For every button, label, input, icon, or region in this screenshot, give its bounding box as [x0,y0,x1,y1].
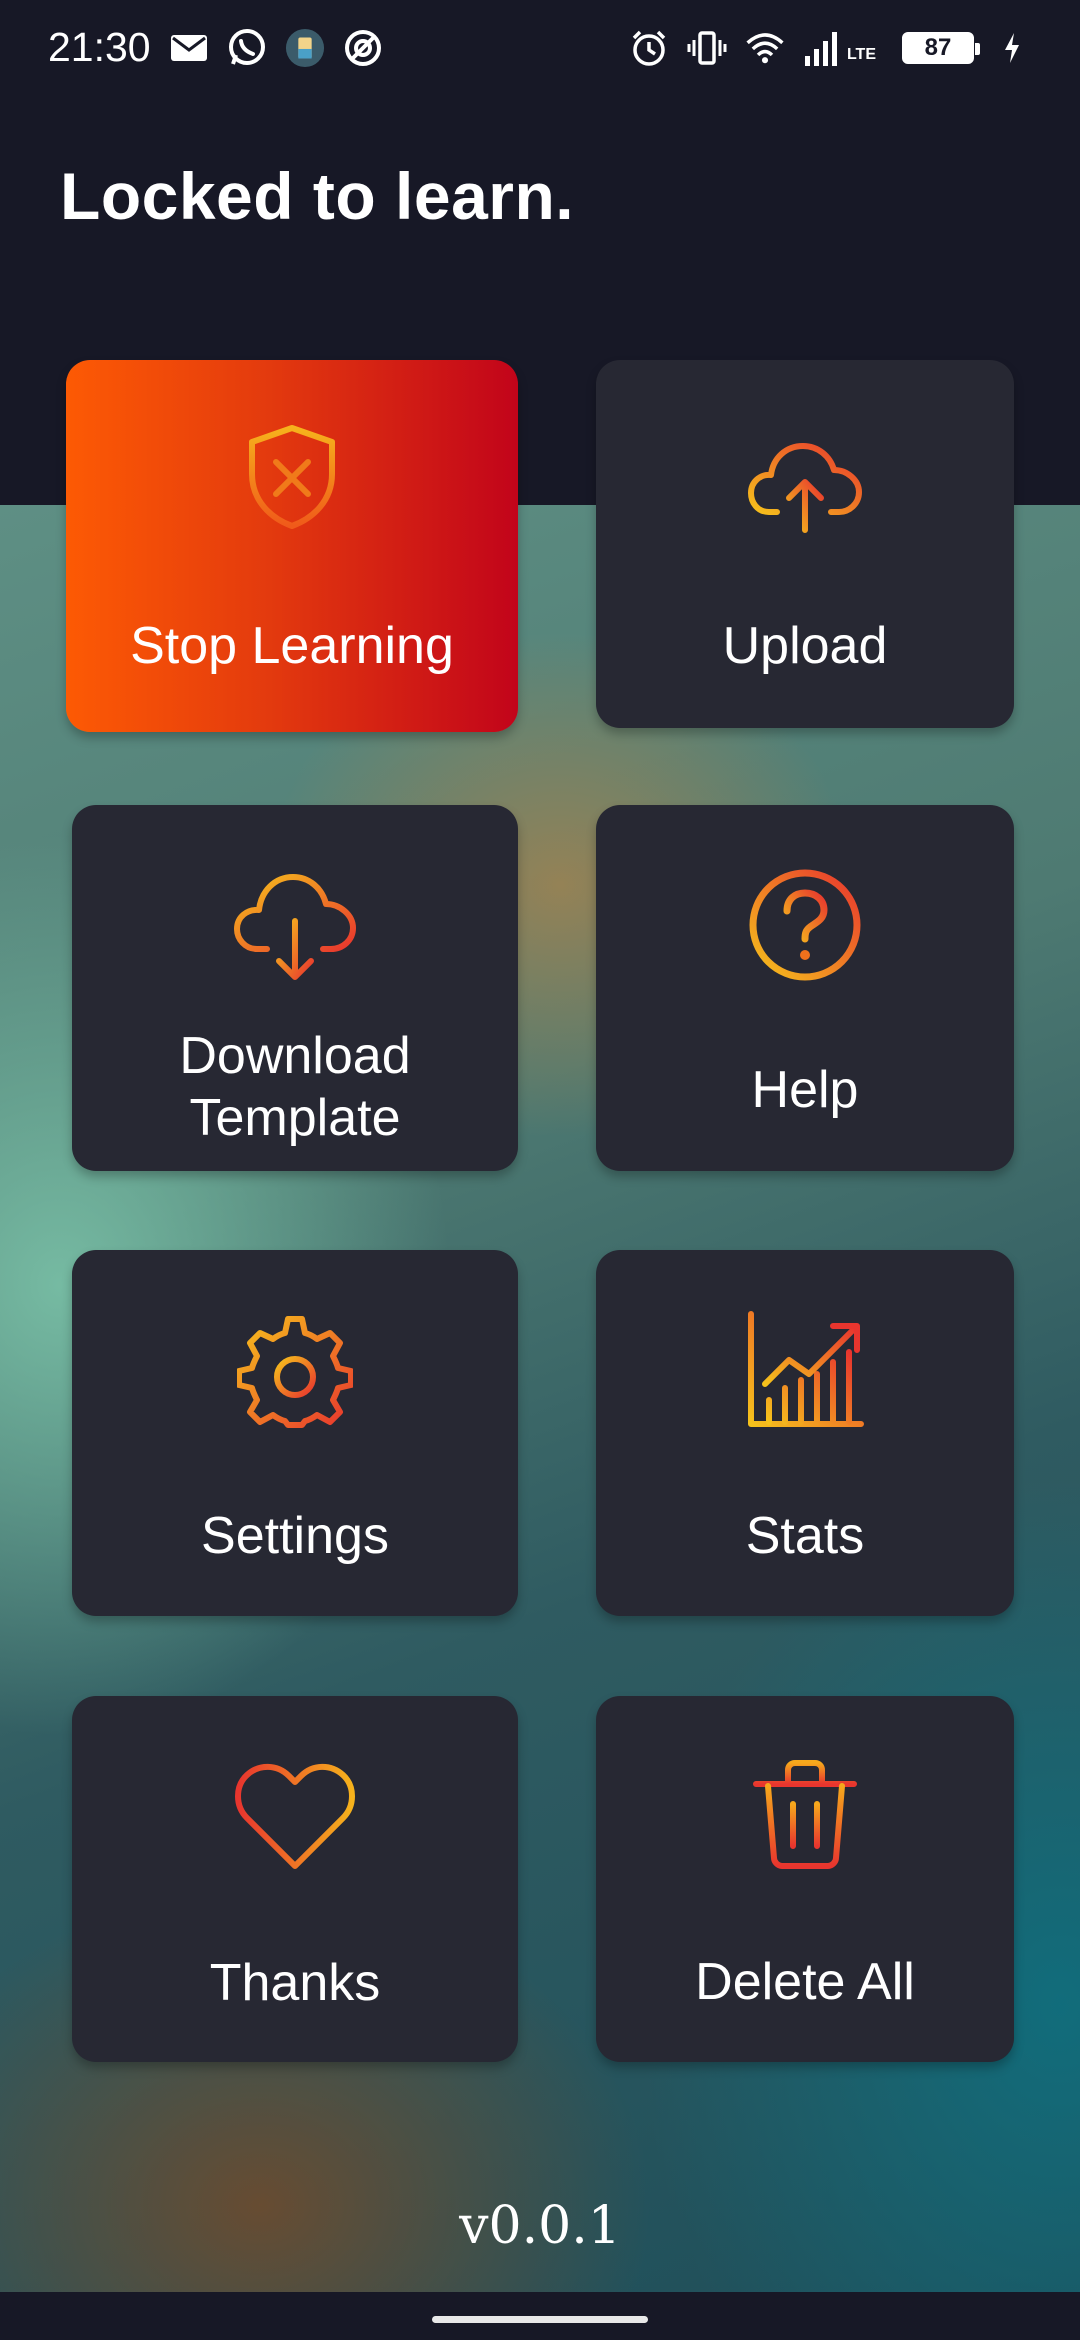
cloud-upload-icon [747,436,863,541]
battery-level: 87 [924,33,952,61]
upload-label: Upload [722,617,888,675]
delete-all-label: Delete All [695,1953,915,2011]
stats-label: Stats [745,1507,865,1565]
vibrate-icon [687,28,727,68]
battery-icon: 87 [902,31,980,64]
thanks-label: Thanks [209,1954,381,2012]
download-template-label: Download Template [179,1027,411,1147]
gmail-icon [169,28,209,68]
data-saver-icon [343,28,383,68]
signal-icon [803,28,843,68]
stats-button[interactable]: Stats [596,1250,1014,1616]
cloud-download-icon [233,867,357,990]
wifi-icon [745,28,785,68]
help-circle-icon [747,867,863,988]
app-version: v0.0.1 [459,2196,621,2256]
help-button[interactable]: Help [596,805,1014,1171]
stop-learning-button[interactable]: Stop Learning [66,360,518,732]
whatsapp-icon [227,28,267,68]
trash-icon [750,1758,860,1875]
app-notification-icon [285,28,325,68]
status-bar-right: LTE 87 [629,28,1032,68]
home-indicator[interactable] [432,2316,648,2323]
stop-learning-label: Stop Learning [130,617,454,675]
alarm-icon [629,28,669,68]
upload-button[interactable]: Upload [596,360,1014,728]
chart-icon [745,1310,865,1435]
settings-label: Settings [201,1507,389,1565]
network-type-label: LTE [846,45,876,63]
status-bar: 21:30 LTE 87 [0,0,1080,95]
status-time: 21:30 [48,24,151,70]
heart-icon [233,1762,357,1877]
shield-x-icon [242,422,342,537]
status-bar-left: 21:30 [48,24,383,71]
help-label: Help [751,1061,859,1119]
delete-all-button[interactable]: Delete All [596,1696,1014,2062]
gear-icon [236,1316,354,1437]
settings-button[interactable]: Settings [72,1250,518,1616]
page-title: Locked to learn. [60,159,575,233]
charging-icon [992,28,1032,68]
thanks-button[interactable]: Thanks [72,1696,518,2062]
download-template-button[interactable]: Download Template [72,805,518,1171]
